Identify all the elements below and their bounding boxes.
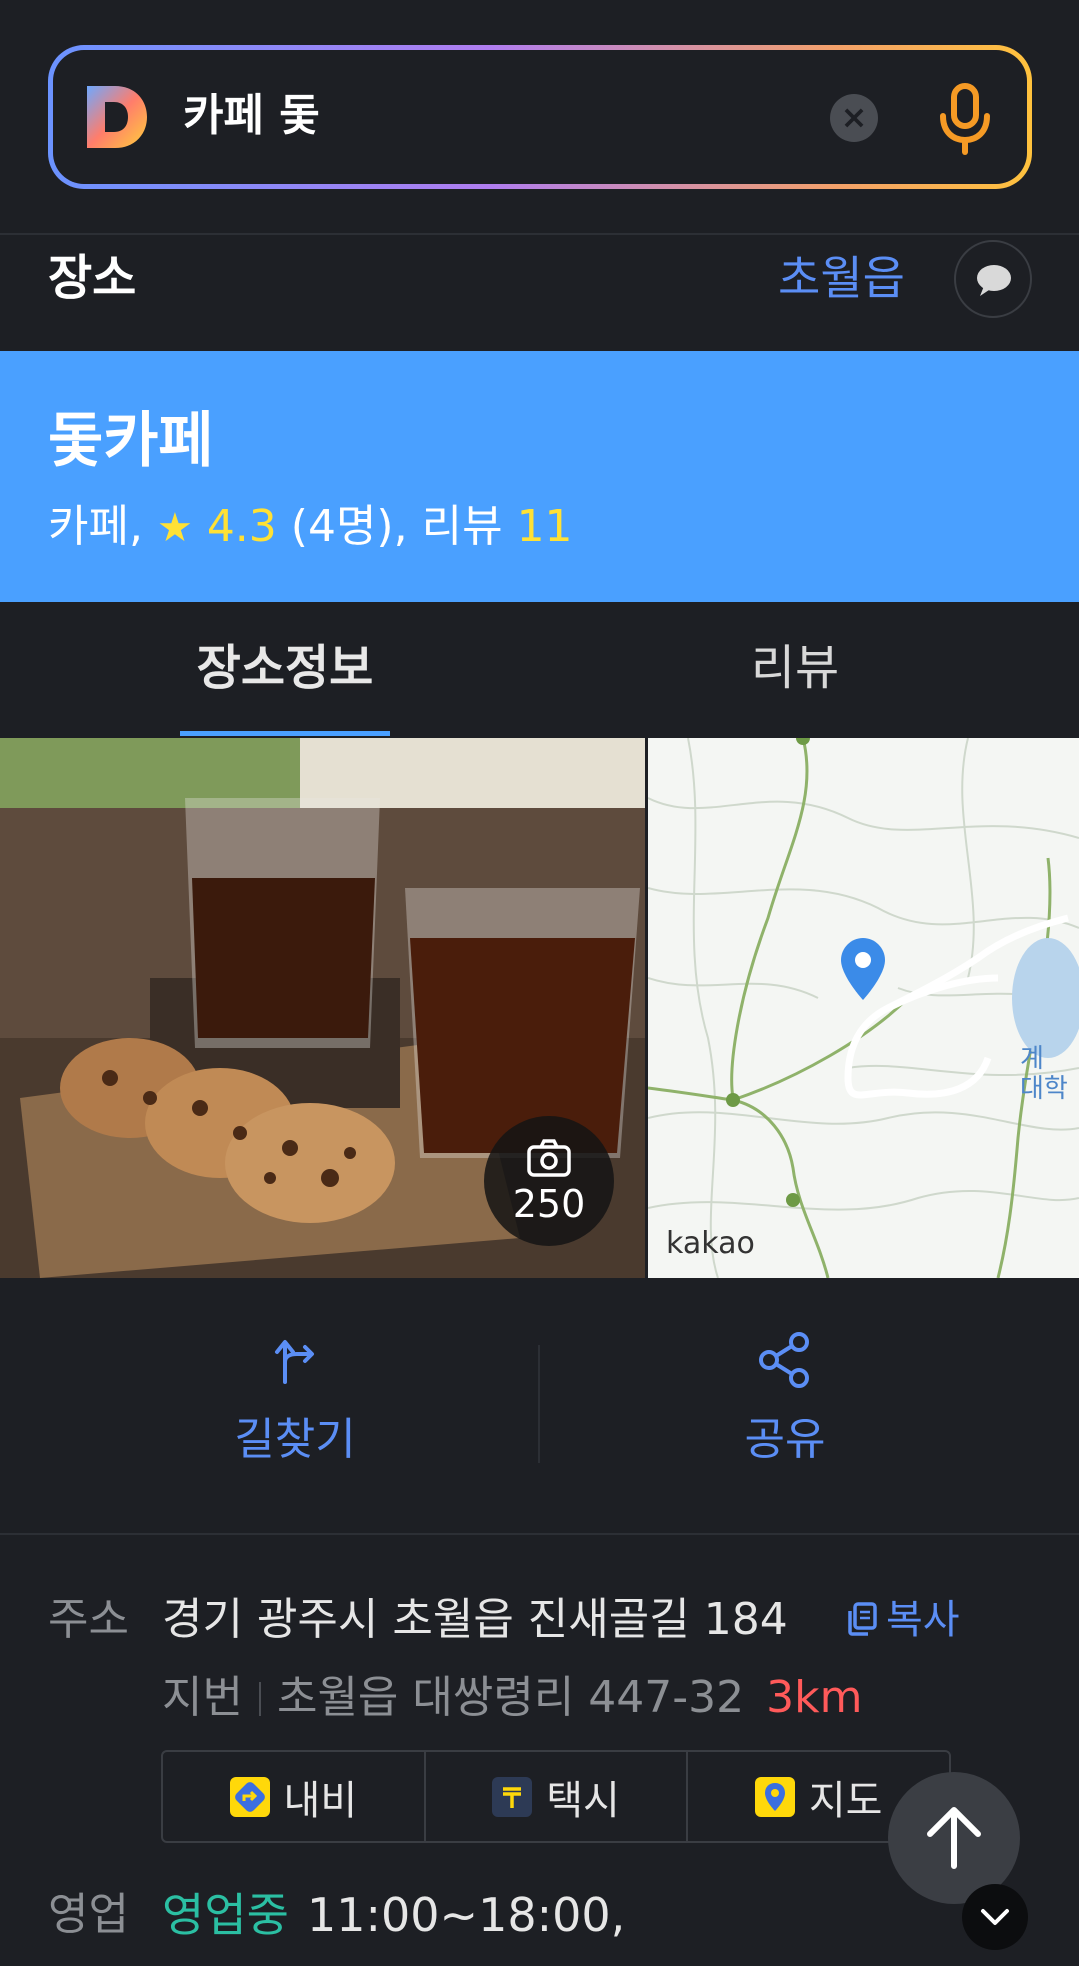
open-status: 영업중 (162, 1888, 289, 1942)
navi-button[interactable]: 내비 (163, 1752, 426, 1841)
chevron-down-icon (981, 1909, 1009, 1925)
map-place-label: 계 대학 (1020, 1044, 1068, 1104)
review-count[interactable]: 11 (517, 501, 573, 552)
daum-logo-icon (87, 86, 147, 148)
address-label: 주소 (48, 1594, 129, 1645)
expand-button[interactable] (962, 1884, 1028, 1950)
jibun-address-row: 지번 초월읍 대쌍령리 447-32 3km (162, 1668, 863, 1728)
mini-map[interactable]: 계 대학 kakao (648, 738, 1079, 1278)
divider (0, 1533, 1079, 1535)
star-icon: ★ (156, 505, 193, 551)
divider (538, 1345, 540, 1463)
tab-place-info[interactable]: 장소정보 (180, 603, 390, 737)
jibun-label: 지번 (162, 1672, 243, 1723)
section-title: 장소 (48, 250, 137, 306)
kakao-map-logo: kakao (666, 1226, 755, 1261)
search-bar[interactable]: 카페 돛 × (48, 45, 1032, 189)
distance: 3km (766, 1672, 863, 1723)
review-label: 리뷰 (421, 501, 503, 552)
directions-button[interactable]: 길찾기 (145, 1330, 445, 1468)
place-meta: 카페, ★ 4.3 (4명), 리뷰 11 (48, 497, 573, 558)
copy-label: 복사 (886, 1597, 960, 1643)
map-image (648, 738, 1079, 1278)
speech-bubble-icon (977, 265, 1011, 296)
feedback-button[interactable] (954, 240, 1032, 318)
directions-label: 길찾기 (234, 1414, 356, 1465)
share-label: 공유 (744, 1414, 826, 1465)
jibun-address: 초월읍 대쌍령리 447-32 (276, 1672, 745, 1723)
place-photo[interactable]: 250 (0, 738, 645, 1278)
place-header[interactable]: 돛카페 카페, ★ 4.3 (4명), 리뷰 11 (0, 351, 1079, 602)
map-pin-icon (754, 1776, 795, 1817)
photo-count: 250 (512, 1182, 586, 1226)
region-filter-link[interactable]: 초월읍 (778, 246, 905, 310)
copy-address-button[interactable]: 복사 (846, 1590, 960, 1650)
active-tab-indicator (180, 731, 390, 736)
business-hours: 영업중 11:00~18:00, (162, 1885, 625, 1945)
road-address: 경기 광주시 초월읍 진새골길 184 (162, 1594, 788, 1645)
map-label: 지도 (808, 1777, 883, 1824)
tab-review[interactable]: 리뷰 (700, 603, 890, 737)
rating-value: 4.3 (206, 501, 277, 552)
taxi-icon (492, 1776, 533, 1817)
rating-count: (4명), (290, 501, 408, 552)
taxi-button[interactable]: 택시 (426, 1752, 689, 1841)
hours-time: 11:00~18:00, (306, 1888, 626, 1942)
photo-count-badge[interactable]: 250 (484, 1116, 614, 1246)
navi-label: 내비 (283, 1777, 358, 1824)
taxi-label: 택시 (546, 1777, 620, 1824)
share-icon (759, 1332, 809, 1388)
directions-icon (275, 1340, 314, 1384)
copy-icon (848, 1602, 877, 1636)
clear-icon[interactable]: × (830, 94, 878, 142)
camera-icon (527, 1139, 571, 1177)
divider (258, 1682, 261, 1716)
microphone-icon[interactable] (933, 80, 997, 158)
place-category: 카페, (48, 501, 143, 552)
divider (0, 233, 1079, 235)
hours-label: 영업 (48, 1889, 129, 1940)
navi-icon (229, 1776, 270, 1817)
navigation-button-group: 내비 택시 지도 (161, 1750, 951, 1843)
place-name[interactable]: 돛카페 (48, 401, 214, 481)
share-button[interactable]: 공유 (635, 1330, 935, 1468)
search-input[interactable]: 카페 돛 (183, 86, 320, 146)
